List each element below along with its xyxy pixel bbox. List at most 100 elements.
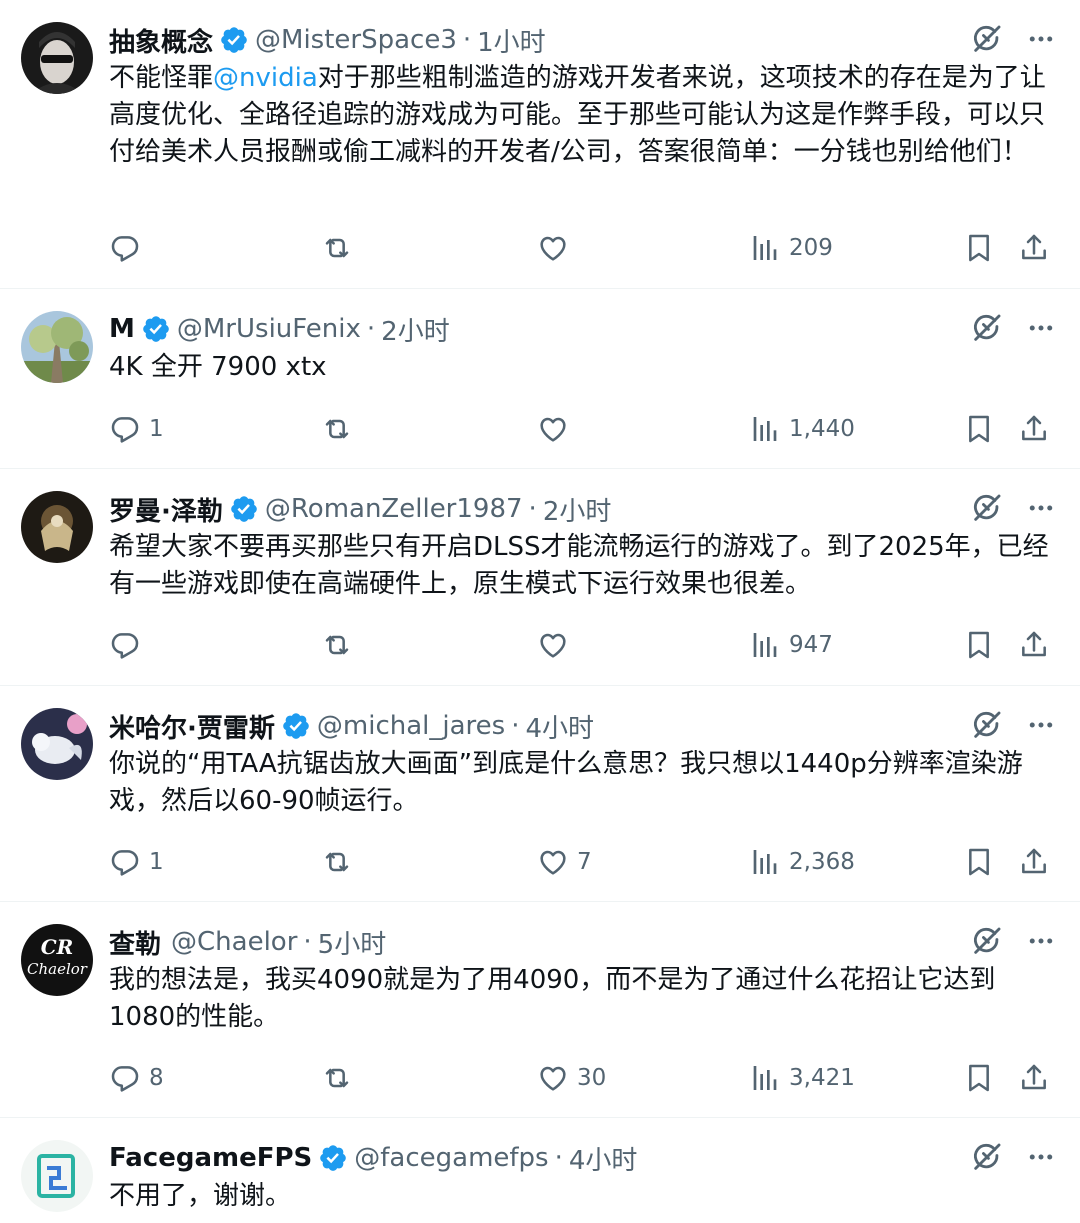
tweet[interactable]: M @MrUsiuFenix · 2小时 4K 全开 7900 xtx 1 1,… — [0, 289, 1080, 469]
reply-button[interactable] — [109, 228, 149, 268]
tweet[interactable]: 米哈尔·贾雷斯 @michal_jares · 4小时 你说的“用TAA抗锯齿放… — [0, 686, 1080, 902]
avatar[interactable] — [21, 22, 93, 94]
like-count: 7 — [577, 849, 592, 875]
separator: · — [366, 314, 376, 344]
more-options-icon[interactable] — [1026, 710, 1056, 740]
author-name[interactable]: 米哈尔·贾雷斯 — [109, 708, 275, 745]
author-handle[interactable]: @michal_jares — [317, 711, 505, 741]
retweet-button[interactable] — [321, 842, 361, 882]
like-button[interactable]: 7 — [537, 842, 592, 882]
bookmark-button[interactable] — [963, 228, 995, 268]
grok-icon[interactable] — [970, 311, 1004, 345]
like-button[interactable] — [537, 625, 577, 665]
reply-button[interactable]: 8 — [109, 1058, 164, 1098]
like-button[interactable] — [537, 228, 577, 268]
view-count: 2,368 — [789, 849, 855, 875]
timestamp[interactable]: 5小时 — [318, 924, 387, 961]
like-button[interactable]: 30 — [537, 1058, 606, 1098]
bookmark-icon — [963, 1062, 995, 1094]
reply-count: 8 — [149, 1065, 164, 1091]
tweet[interactable]: 罗曼·泽勒 @RomanZeller1987 · 2小时 希望大家不要再买那些只… — [0, 469, 1080, 686]
views-button[interactable]: 2,368 — [749, 842, 855, 882]
tweet-header: M @MrUsiuFenix · 2小时 — [109, 309, 450, 349]
author-name[interactable]: 罗曼·泽勒 — [109, 491, 223, 528]
heart-icon — [537, 232, 569, 264]
tweet[interactable]: 抽象概念 @MisterSpace3 · 1小时 不能怪罪@nvidia对于那些… — [0, 0, 1080, 289]
author-handle[interactable]: @Chaelor — [171, 927, 297, 957]
grok-icon[interactable] — [970, 1140, 1004, 1174]
author-name[interactable]: FacegameFPS — [109, 1143, 312, 1173]
grok-icon[interactable] — [970, 924, 1004, 958]
tweet[interactable]: CR Chaelor 查勒 @Chaelor · 5小时 我的想法是，我买4090… — [0, 902, 1080, 1118]
bookmark-icon — [963, 232, 995, 264]
reply-icon — [109, 629, 141, 661]
avatar[interactable] — [21, 311, 93, 383]
views-button[interactable]: 3,421 — [749, 1058, 855, 1098]
author-handle[interactable]: @MisterSpace3 — [255, 25, 457, 55]
bookmark-button[interactable] — [963, 842, 995, 882]
share-button[interactable] — [1018, 409, 1050, 449]
views-button[interactable]: 209 — [749, 228, 833, 268]
share-button[interactable] — [1018, 625, 1050, 665]
share-button[interactable] — [1018, 1058, 1050, 1098]
more-options-icon[interactable] — [1026, 313, 1056, 343]
share-icon — [1018, 232, 1050, 264]
more-options-icon[interactable] — [1026, 24, 1056, 54]
author-handle[interactable]: @facegamefps — [354, 1143, 548, 1173]
author-handle[interactable]: @MrUsiuFenix — [177, 314, 361, 344]
views-button[interactable]: 947 — [749, 625, 833, 665]
avatar[interactable]: CR Chaelor — [21, 924, 93, 996]
share-button[interactable] — [1018, 228, 1050, 268]
grok-icon[interactable] — [970, 22, 1004, 56]
action-bar: 1 7 2,368 — [109, 842, 1059, 882]
more-options-icon[interactable] — [1026, 926, 1056, 956]
more-options-icon[interactable] — [1026, 1142, 1056, 1172]
timestamp[interactable]: 2小时 — [543, 491, 612, 528]
avatar[interactable] — [21, 491, 93, 563]
action-bar: 8 30 3,421 — [109, 1058, 1059, 1098]
author-name[interactable]: 抽象概念 — [109, 22, 213, 59]
tweet-text: 希望大家不要再买那些只有开启DLSS才能流畅运行的游戏了。到了2025年，已经有… — [109, 532, 1049, 599]
bookmark-button[interactable] — [963, 1058, 995, 1098]
bookmark-button[interactable] — [963, 625, 995, 665]
bar-chart-icon — [749, 232, 781, 264]
author-handle[interactable]: @RomanZeller1987 — [265, 494, 523, 524]
bookmark-icon — [963, 629, 995, 661]
tweet[interactable]: FacegameFPS @facegamefps · 4小时 不用了，谢谢。 — [0, 1118, 1080, 1223]
grok-icon[interactable] — [970, 491, 1004, 525]
share-icon — [1018, 1062, 1050, 1094]
like-button[interactable] — [537, 409, 577, 449]
grok-icon[interactable] — [970, 708, 1004, 742]
timestamp[interactable]: 1小时 — [477, 22, 546, 59]
reply-button[interactable]: 1 — [109, 842, 164, 882]
mention-link[interactable]: @nvidia — [213, 63, 318, 93]
heart-icon — [537, 846, 569, 878]
view-count: 1,440 — [789, 416, 855, 442]
tweet-header: 罗曼·泽勒 @RomanZeller1987 · 2小时 — [109, 489, 611, 529]
author-name[interactable]: 查勒 — [109, 924, 161, 961]
heart-icon — [537, 629, 569, 661]
avatar[interactable] — [21, 708, 93, 780]
share-button[interactable] — [1018, 842, 1050, 882]
retweet-icon — [321, 232, 353, 264]
retweet-button[interactable] — [321, 625, 361, 665]
views-button[interactable]: 1,440 — [749, 409, 855, 449]
timestamp[interactable]: 4小时 — [569, 1140, 638, 1177]
bookmark-button[interactable] — [963, 409, 995, 449]
tweet-header: 抽象概念 @MisterSpace3 · 1小时 — [109, 20, 546, 60]
timestamp[interactable]: 2小时 — [381, 311, 450, 348]
reply-button[interactable] — [109, 625, 149, 665]
tweet-text: 不用了，谢谢。 — [109, 1181, 292, 1211]
verified-badge-icon — [229, 494, 259, 524]
author-name[interactable]: M — [109, 314, 135, 344]
avatar[interactable] — [21, 1140, 93, 1212]
more-options-icon[interactable] — [1026, 493, 1056, 523]
view-count: 947 — [789, 632, 833, 658]
retweet-button[interactable] — [321, 1058, 361, 1098]
retweet-button[interactable] — [321, 409, 361, 449]
bar-chart-icon — [749, 1062, 781, 1094]
timestamp[interactable]: 4小时 — [525, 708, 594, 745]
reply-button[interactable]: 1 — [109, 409, 164, 449]
retweet-button[interactable] — [321, 228, 361, 268]
tweet-text: 我的想法是，我买4090就是为了用4090，而不是为了通过什么花招让它达到108… — [109, 965, 996, 1032]
